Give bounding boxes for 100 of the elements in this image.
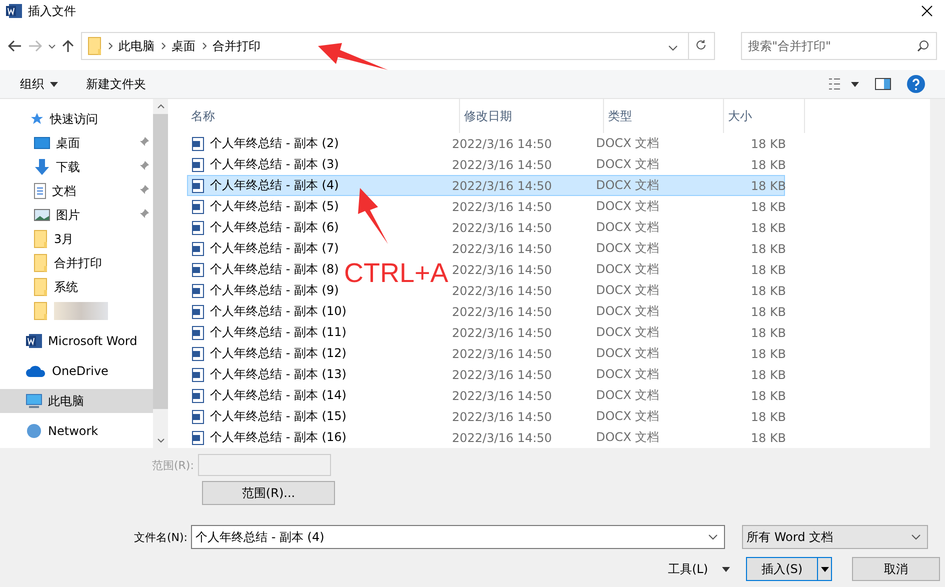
scrollbar[interactable] — [930, 99, 945, 448]
file-name[interactable]: 个人年终总结 - 副本 (7) — [210, 240, 339, 257]
file-name[interactable]: 个人年终总结 - 副本 (12) — [210, 345, 346, 362]
address-bar[interactable]: 此电脑 桌面 合并打印 — [80, 32, 689, 60]
sidebar-item[interactable]: Network — [0, 419, 153, 443]
help-icon — [907, 75, 925, 93]
caret-icon — [851, 82, 859, 86]
range-field[interactable] — [198, 454, 331, 476]
file-name[interactable]: 个人年终总结 - 副本 (8) — [210, 261, 339, 278]
document-icon — [192, 200, 204, 214]
sidebar-item[interactable]: 快速访问 — [0, 107, 153, 131]
file-type-dropdown[interactable]: 所有 Word 文档 — [742, 525, 928, 549]
file-size: 18 KB — [750, 200, 786, 214]
file-name[interactable]: 个人年终总结 - 副本 (4) — [210, 177, 339, 194]
modified-date: 2022/3/16 14:50 — [452, 242, 552, 256]
cancel-button[interactable]: 取消 — [852, 557, 940, 581]
file-type: DOCX 文档 — [596, 409, 660, 423]
chevron-icon — [108, 42, 113, 50]
document-icon — [192, 178, 204, 192]
file-name[interactable]: 个人年终总结 - 副本 (14) — [210, 387, 346, 404]
document-icon — [192, 284, 204, 298]
sidebar-item[interactable]: OneDrive — [0, 359, 153, 383]
preview-pane-icon — [875, 78, 891, 90]
annotation-text: CTRL+A — [344, 258, 448, 288]
file-name[interactable]: 个人年终总结 - 副本 (9) — [210, 282, 339, 299]
folder-icon — [88, 37, 102, 55]
file-name[interactable]: 个人年终总结 - 副本 (2) — [210, 135, 339, 152]
range-button[interactable]: 范围(R)... — [202, 481, 335, 505]
folder-icon — [34, 254, 48, 272]
chevron-icon — [202, 42, 207, 50]
file-name[interactable]: 个人年终总结 - 副本 (3) — [210, 156, 339, 173]
document-icon — [192, 410, 204, 424]
column-header[interactable]: 大小 — [724, 99, 805, 133]
chevron-down-icon — [910, 534, 921, 540]
file-row[interactable]: 个人年终总结 - 副本 (4) 2022/3/16 14:50 DOCX 文档 18 KB — [187, 175, 785, 196]
file-type: DOCX 文档 — [596, 262, 660, 276]
sidebar-item[interactable]: Microsoft Word — [0, 329, 153, 353]
organize-menu[interactable]: 组织 — [20, 76, 58, 92]
monitor-icon — [26, 394, 42, 408]
view-options-button[interactable] — [829, 78, 859, 90]
recent-dropdown-button[interactable] — [48, 44, 56, 48]
file-name[interactable]: 个人年终总结 - 副本 (15) — [210, 408, 346, 425]
caret-icon — [820, 566, 829, 572]
file-size: 18 KB — [750, 284, 786, 298]
file-type: DOCX 文档 — [596, 136, 660, 150]
sidebar-item[interactable]: 此电脑 — [0, 389, 153, 413]
help-button[interactable] — [907, 75, 925, 93]
back-button[interactable] — [8, 40, 22, 52]
sidebar-item[interactable]: 文档 — [0, 179, 153, 203]
file-size: 18 KB — [750, 388, 786, 402]
file-name[interactable]: 个人年终总结 - 副本 (13) — [210, 366, 346, 383]
scrollbar[interactable] — [153, 99, 168, 448]
document-icon — [192, 368, 204, 382]
sidebar-item[interactable]: 合并打印 — [0, 251, 153, 275]
breadcrumb-item[interactable]: 合并打印 — [212, 38, 261, 54]
search-field[interactable]: 搜索"合并打印" — [741, 32, 937, 60]
sidebar-item[interactable]: 3月 — [0, 227, 153, 251]
file-name[interactable]: 个人年终总结 - 副本 (16) — [210, 429, 346, 446]
filename-field[interactable]: 个人年终总结 - 副本 (4) — [190, 525, 725, 549]
file-name[interactable]: 个人年终总结 - 副本 (10) — [210, 303, 346, 320]
modified-date: 2022/3/16 14:50 — [452, 262, 552, 276]
close-icon — [921, 4, 933, 16]
column-header[interactable]: 修改日期 — [460, 99, 604, 133]
preview-pane-button[interactable] — [875, 78, 891, 90]
breadcrumb-item[interactable]: 桌面 — [172, 38, 196, 54]
modified-date: 2022/3/16 14:50 — [452, 136, 552, 150]
refresh-button[interactable] — [688, 32, 715, 60]
file-size: 18 KB — [750, 368, 786, 382]
document-icon — [192, 346, 204, 360]
sidebar-item[interactable]: 图片 — [0, 203, 153, 227]
file-type: DOCX 文档 — [596, 388, 660, 402]
insert-dropdown-button[interactable] — [817, 558, 832, 580]
file-size: 18 KB — [750, 430, 786, 444]
up-button[interactable] — [62, 39, 75, 53]
tools-menu[interactable]: 工具(L) — [662, 560, 736, 578]
file-name[interactable]: 个人年终总结 - 副本 (11) — [210, 324, 346, 341]
sidebar-item[interactable]: 桌面 — [0, 131, 153, 155]
modified-date: 2022/3/16 14:50 — [452, 220, 552, 234]
column-header[interactable]: 类型 — [604, 99, 724, 133]
modified-date: 2022/3/16 14:50 — [452, 346, 552, 360]
file-name[interactable]: 个人年终总结 - 副本 (5) — [210, 198, 339, 215]
refresh-icon — [695, 38, 708, 50]
modified-date: 2022/3/16 14:50 — [452, 326, 552, 340]
file-size: 18 KB — [750, 410, 786, 424]
file-size: 18 KB — [750, 304, 786, 318]
file-type: DOCX 文档 — [596, 178, 660, 192]
sidebar-item[interactable]: 下载 — [0, 155, 153, 179]
new-folder-button[interactable]: 新建文件夹 — [86, 76, 146, 92]
sidebar-item[interactable]: 系统 — [0, 275, 153, 299]
modified-date: 2022/3/16 14:50 — [452, 200, 552, 214]
caret-icon — [722, 566, 730, 572]
modified-date: 2022/3/16 14:50 — [452, 284, 552, 298]
modified-date: 2022/3/16 14:50 — [452, 158, 552, 172]
file-type: DOCX 文档 — [596, 367, 660, 381]
breadcrumb-item[interactable]: 此电脑 — [118, 38, 155, 54]
modified-date: 2022/3/16 14:50 — [452, 430, 552, 444]
file-type: DOCX 文档 — [596, 241, 660, 255]
column-header[interactable]: 名称 — [187, 99, 460, 133]
file-size: 18 KB — [750, 178, 786, 192]
file-name[interactable]: 个人年终总结 - 副本 (6) — [210, 219, 339, 236]
